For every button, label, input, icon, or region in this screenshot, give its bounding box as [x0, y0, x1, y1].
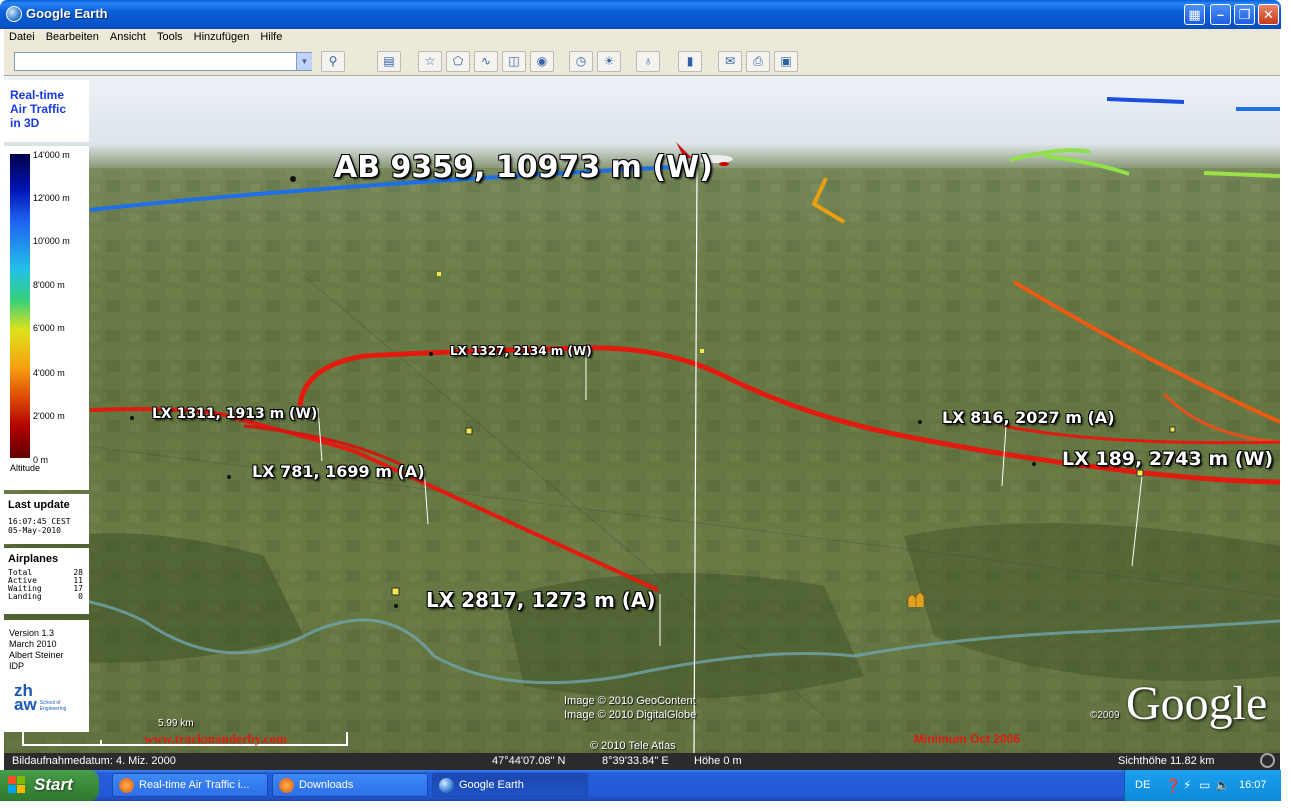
- monitor-icon[interactable]: ▭: [1199, 778, 1210, 792]
- last-update-box: Last update 16:07:45 CEST 05-May-2010: [4, 494, 89, 544]
- task-downloads[interactable]: Downloads: [272, 773, 428, 797]
- window-title: Google Earth: [26, 6, 108, 21]
- copyright-year: ©2009: [1090, 710, 1120, 721]
- credit-teleatlas: © 2010 Tele Atlas: [590, 740, 676, 752]
- streaming-indicator-icon: [1260, 753, 1275, 768]
- firefox-icon: [119, 778, 134, 793]
- menu-bar: Datei Bearbeiten Ansicht Tools Hinzufügen Hil…: [4, 29, 1280, 48]
- language-indicator[interactable]: DE: [1135, 779, 1150, 791]
- status-bar: Bildaufnahmedatum: 4. Miz. 2000 47°44'07…: [4, 753, 1280, 770]
- ruler-icon[interactable]: ▮: [678, 51, 702, 72]
- record-tour-icon[interactable]: ◉: [530, 51, 554, 72]
- windows-flag-icon: [8, 776, 25, 793]
- menu-hilfe[interactable]: Hilfe: [255, 29, 288, 43]
- google-logo: Google: [1126, 677, 1268, 730]
- sunlight-icon[interactable]: ☀: [597, 51, 621, 72]
- zhaw-subtitle: School of Engineering: [39, 700, 67, 712]
- flight-label-ab9359[interactable]: AB 9359, 10973 m (W): [334, 150, 713, 185]
- menu-tools[interactable]: Tools: [152, 29, 189, 43]
- menu-ansicht[interactable]: Ansicht: [105, 29, 152, 43]
- flight-label-lx781[interactable]: LX 781, 1699 m (A): [252, 462, 425, 481]
- volume-icon[interactable]: 🔈: [1215, 778, 1230, 792]
- task-google-earth[interactable]: Google Earth: [432, 773, 588, 797]
- credit-geocontent: Image © 2010 GeoContent: [564, 695, 696, 707]
- legend-tick-10000: 10'000 m: [33, 236, 70, 246]
- menu-bearbeiten[interactable]: Bearbeiten: [41, 29, 105, 43]
- legend-tick-12000: 12'000 m: [33, 193, 70, 203]
- menu-hinzufuegen[interactable]: Hinzufügen: [189, 29, 256, 43]
- maximize-button[interactable]: ❐: [1234, 4, 1255, 25]
- airplanes-box: Airplanes Total 28 Active 11 Waiting 17 Lan…: [4, 548, 89, 614]
- taskbar: Start Real-time Air Traffic i... Downloa…: [0, 770, 1281, 801]
- task-realtime-air-traffic[interactable]: Real-time Air Traffic i...: [112, 773, 268, 797]
- firefox-icon: [279, 778, 294, 793]
- search-icon[interactable]: ⚲: [321, 51, 345, 72]
- brand-box: Real-time Air Traffic in 3D: [4, 80, 89, 142]
- toolbar: ▼ ⚲ ▤ ☆ ⬠ ∿ ◫ ◉ ◷ ☀ ♁ ▮ ✉ ⎙ ▣: [4, 48, 1280, 76]
- planets-icon[interactable]: ♁: [636, 51, 660, 72]
- legend-tick-6000: 6'000 m: [33, 323, 65, 333]
- last-update-time: 16:07:45 CEST: [8, 517, 71, 526]
- last-update-date: 05-May-2010: [8, 526, 61, 535]
- close-button[interactable]: ✕: [1258, 4, 1279, 25]
- author-name: Albert Steiner: [9, 650, 64, 660]
- version-text: Version 1.3: [9, 628, 55, 638]
- email-icon[interactable]: ✉: [718, 51, 742, 72]
- airplanes-heading: Airplanes: [8, 553, 59, 565]
- tile-button[interactable]: ▦: [1184, 4, 1205, 25]
- legend-label: Altitude: [10, 463, 41, 473]
- author-org: IDP: [9, 661, 25, 671]
- watermark-right: Minimum Oct 2006: [914, 732, 1021, 746]
- flight-label-lx2817[interactable]: LX 2817, 1273 m (A): [426, 588, 656, 612]
- version-box: Version 1.3 March 2010 Albert Steiner ID…: [4, 620, 89, 732]
- imagery-date: Bildaufnahmedatum: 4. Miz. 2000: [12, 755, 176, 767]
- scale-label: 5.99 km: [158, 718, 194, 729]
- path-icon[interactable]: ∿: [474, 51, 498, 72]
- historical-imagery-icon[interactable]: ◷: [569, 51, 593, 72]
- show-in-maps-icon[interactable]: ▣: [774, 51, 798, 72]
- placemark-icon[interactable]: ☆: [418, 51, 442, 72]
- start-button[interactable]: Start: [0, 770, 99, 801]
- stat-row-landing: Landing 0: [8, 592, 83, 601]
- flight-label-lx1311[interactable]: LX 1311, 1913 m (W): [152, 406, 317, 422]
- title-bar: Google Earth ▦ – ❐ ✕: [0, 0, 1281, 29]
- legend-tick-4000: 4'000 m: [33, 368, 65, 378]
- eye-altitude: Sichthöhe 11.82 km: [1118, 755, 1215, 767]
- longitude: 8°39'33.84" E: [602, 755, 669, 767]
- legend-tick-14000: 14'000 m: [33, 150, 70, 160]
- clock: 16:07: [1239, 779, 1267, 791]
- flight-label-lx816[interactable]: LX 816, 2027 m (A): [942, 408, 1115, 427]
- image-overlay-icon[interactable]: ◫: [502, 51, 526, 72]
- google-earth-icon: [6, 6, 22, 22]
- legend-tick-2000: 2'000 m: [33, 411, 65, 421]
- altitude-color-scale: [10, 154, 30, 458]
- watermark-left: www.trackmanderby.com: [144, 731, 287, 746]
- latitude: 47°44'07.08" N: [492, 755, 566, 767]
- sidebar-icon[interactable]: ▤: [377, 51, 401, 72]
- credit-digitalglobe: Image © 2010 DigitalGlobe: [564, 709, 697, 721]
- search-dropdown-arrow[interactable]: ▼: [296, 53, 312, 70]
- help-icon[interactable]: ❓: [1165, 778, 1181, 794]
- menu-datei[interactable]: Datei: [4, 29, 41, 43]
- network-icon[interactable]: ⚡: [1183, 778, 1191, 792]
- polygon-icon[interactable]: ⬠: [446, 51, 470, 72]
- elevation: Höhe 0 m: [694, 755, 742, 767]
- print-icon[interactable]: ⎙: [746, 51, 770, 72]
- map-viewport[interactable]: AB 9359, 10973 m (W) LX 1327, 2134 m (W)…: [4, 76, 1280, 754]
- zhaw-logo: zh aw: [14, 681, 37, 714]
- minimize-button[interactable]: –: [1210, 4, 1231, 25]
- brand-title: Real-time Air Traffic in 3D: [10, 88, 67, 130]
- legend-tick-8000: 8'000 m: [33, 280, 65, 290]
- search-input[interactable]: [14, 52, 312, 71]
- altitude-legend: 14'000 m 12'000 m 10'000 m 8'000 m 6'000…: [4, 146, 89, 490]
- google-earth-icon: [439, 778, 454, 793]
- scale-bar-tick: [100, 740, 102, 746]
- system-tray: DE ❓ ⚡ ▭ 🔈 16:07: [1124, 770, 1281, 801]
- imagery-credits: Image © 2010 GeoContent Image © 2010 Dig…: [564, 694, 696, 722]
- flight-label-lx1327[interactable]: LX 1327, 2134 m (W): [450, 344, 592, 358]
- version-date: March 2010: [9, 639, 57, 649]
- flight-label-lx189[interactable]: LX 189, 2743 m (W): [1062, 448, 1273, 470]
- last-update-heading: Last update: [8, 499, 70, 511]
- start-label: Start: [34, 775, 73, 794]
